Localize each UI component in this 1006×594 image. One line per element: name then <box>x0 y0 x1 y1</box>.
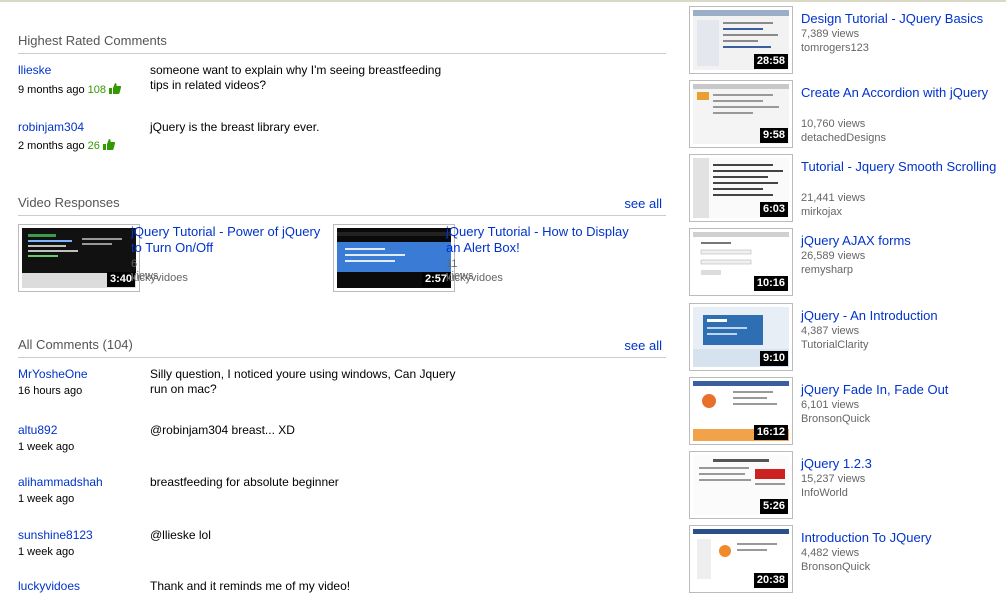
video-thumbnail[interactable]: 20:38 <box>689 525 793 593</box>
video-thumbnail[interactable]: 3:40 <box>18 224 140 292</box>
related-video-item: 10:16 jQuery AJAX forms 26,589 views rem… <box>689 228 1006 296</box>
video-views: 15,237 views <box>801 473 866 485</box>
related-video-item: 9:10 jQuery - An Introduction 4,387 view… <box>689 303 1006 371</box>
video-thumbnail[interactable]: 9:10 <box>689 303 793 371</box>
comment-text: @robinjam304 breast... XD <box>150 423 295 437</box>
section-title: Video Responses <box>18 195 120 210</box>
comment-rating: 108 <box>87 84 107 96</box>
comment-text: someone want to explain why I'm seeing b… <box>150 63 442 92</box>
comment-text: @llieske lol <box>150 528 211 542</box>
comment-text: jQuery is the breast library ever. <box>150 120 320 134</box>
video-title-link[interactable]: jQuery 1.2.3 <box>801 456 1001 472</box>
related-video-item: 5:26 jQuery 1.2.3 15,237 views InfoWorld <box>689 451 1006 519</box>
comment-text: Silly question, I noticed youre using wi… <box>150 367 456 396</box>
video-views: 7,389 views <box>801 28 860 40</box>
comment-user-link[interactable]: sunshine8123 <box>18 528 93 542</box>
top-divider <box>0 0 1006 2</box>
video-duration: 9:58 <box>759 128 788 143</box>
video-duration: 10:16 <box>753 276 788 291</box>
comment-meta: 9 months ago 108 <box>18 82 122 98</box>
video-title-link[interactable]: Tutorial - Jquery Smooth Scrolling <box>801 159 1001 175</box>
video-author[interactable]: tomrogers123 <box>801 42 869 54</box>
video-author[interactable]: remysharp <box>801 264 853 276</box>
comment-time: 1 week ago <box>18 546 75 558</box>
section-title: All Comments (104) <box>18 337 133 352</box>
comment-user-link[interactable]: altu892 <box>18 423 57 437</box>
video-thumbnail[interactable]: 2:57 <box>333 224 455 292</box>
video-views: 6,101 views <box>801 399 860 411</box>
comment-time: 16 hours ago <box>18 385 83 397</box>
comment-time: 9 months ago <box>18 84 85 96</box>
video-author[interactable]: BronsonQuick <box>801 561 870 573</box>
video-author[interactable]: luckyvidoes <box>446 272 503 284</box>
video-title-link[interactable]: jQuery Tutorial - Power of jQuery to Tur… <box>131 224 321 256</box>
video-views: 21,441 views <box>801 192 866 204</box>
video-duration: 20:38 <box>753 573 788 588</box>
comment-user-link[interactable]: llieske <box>18 63 51 77</box>
video-views: 4,482 views <box>801 547 860 559</box>
highest-rated-header: Highest Rated Comments <box>18 33 666 54</box>
video-thumbnail[interactable]: 10:16 <box>689 228 793 296</box>
video-author[interactable]: luckyvidoes <box>131 272 188 284</box>
video-thumbnail[interactable]: 28:58 <box>689 6 793 74</box>
video-views: 10,760 views <box>801 118 866 130</box>
comment-meta: 2 months ago 26 <box>18 138 116 154</box>
related-video-item: 20:38 Introduction To JQuery 4,482 views… <box>689 525 1006 593</box>
video-thumbnail[interactable]: 9:58 <box>689 80 793 148</box>
video-duration: 6:03 <box>759 202 788 217</box>
video-title-link[interactable]: Create An Accordion with jQuery <box>801 85 1001 101</box>
comment-user-link[interactable]: luckyvidoes <box>18 579 80 593</box>
video-author[interactable]: mirkojax <box>801 206 842 218</box>
video-title-link[interactable]: jQuery Tutorial - How to Display an Aler… <box>446 224 636 256</box>
video-duration: 9:10 <box>759 351 788 366</box>
video-responses-header: Video Responses see all <box>18 195 666 216</box>
comment-user-link[interactable]: alihammadshah <box>18 475 103 489</box>
video-author[interactable]: BronsonQuick <box>801 413 870 425</box>
comment-user-link[interactable]: MrYosheOne <box>18 367 88 381</box>
comment-rating: 26 <box>87 140 100 152</box>
section-title: Highest Rated Comments <box>18 33 167 48</box>
video-title-link[interactable]: jQuery AJAX forms <box>801 233 1001 249</box>
comment-text: breastfeeding for absolute beginner <box>150 475 339 489</box>
video-duration: 16:12 <box>753 425 788 440</box>
video-author[interactable]: detachedDesigns <box>801 132 886 144</box>
see-all-link[interactable]: see all <box>624 196 662 211</box>
video-thumbnail[interactable]: 6:03 <box>689 154 793 222</box>
related-video-item: 6:03 Tutorial - Jquery Smooth Scrolling … <box>689 154 1006 222</box>
video-title-link[interactable]: jQuery Fade In, Fade Out <box>801 382 1001 398</box>
related-video-item: 28:58 Design Tutorial - JQuery Basics 7,… <box>689 6 1006 74</box>
video-title-link[interactable]: Design Tutorial - JQuery Basics <box>801 11 1001 27</box>
comment-user-link[interactable]: robinjam304 <box>18 120 84 134</box>
video-author[interactable]: TutorialClarity <box>801 339 868 351</box>
see-all-link[interactable]: see all <box>624 338 662 353</box>
video-views: 4,387 views <box>801 325 860 337</box>
video-duration: 5:26 <box>759 499 788 514</box>
video-author[interactable]: InfoWorld <box>801 487 848 499</box>
related-video-item: 9:58 Create An Accordion with jQuery 10,… <box>689 80 1006 148</box>
comment-time: 1 week ago <box>18 493 75 505</box>
video-title-link[interactable]: Introduction To JQuery <box>801 530 1001 546</box>
thumbs-up-icon[interactable] <box>108 82 122 98</box>
all-comments-header: All Comments (104) see all <box>18 337 666 358</box>
related-video-item: 16:12 jQuery Fade In, Fade Out 6,101 vie… <box>689 377 1006 445</box>
video-views: 26,589 views <box>801 250 866 262</box>
video-title-link[interactable]: jQuery - An Introduction <box>801 308 1001 324</box>
comment-time: 2 months ago <box>18 140 85 152</box>
thumbs-up-icon[interactable] <box>102 138 116 154</box>
video-thumbnail[interactable]: 16:12 <box>689 377 793 445</box>
comment-time: 1 week ago <box>18 441 75 453</box>
comment-text: Thank and it reminds me of my video! <box>150 579 351 593</box>
video-thumbnail[interactable]: 5:26 <box>689 451 793 519</box>
video-duration: 28:58 <box>753 54 788 69</box>
